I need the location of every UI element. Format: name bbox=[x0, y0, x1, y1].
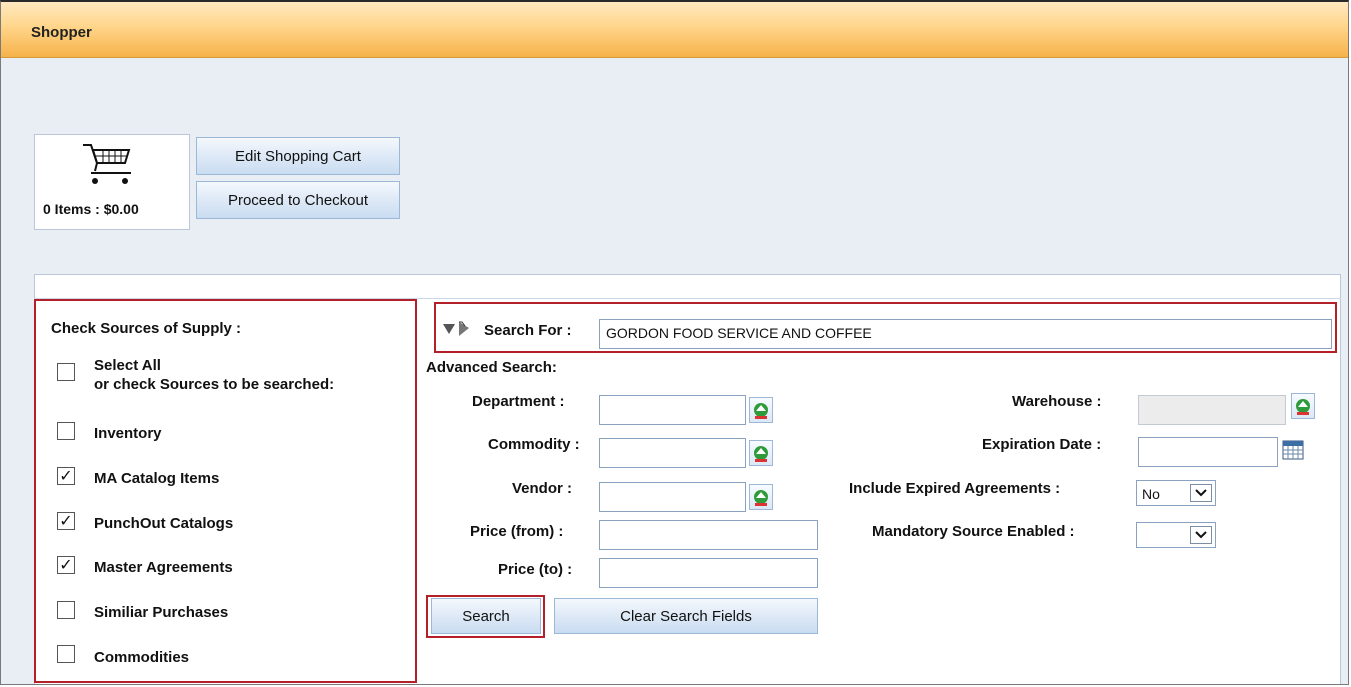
edit-shopping-cart-button[interactable]: Edit Shopping Cart bbox=[196, 137, 400, 175]
department-input[interactable] bbox=[599, 395, 746, 425]
similiar-purchases-label: Similiar Purchases bbox=[94, 604, 229, 621]
search-for-label: Search For : bbox=[484, 322, 572, 339]
include-expired-agreements-label: Include Expired Agreements : bbox=[849, 480, 1061, 497]
mandatory-source-select[interactable] bbox=[1136, 522, 1216, 548]
calendar-icon[interactable] bbox=[1282, 440, 1304, 460]
cart-summary[interactable]: 0 Items : $0.00 bbox=[34, 134, 190, 230]
commodity-lookup-button[interactable] bbox=[749, 440, 773, 466]
advanced-search-heading: Advanced Search: bbox=[426, 359, 557, 376]
price-from-label: Price (from) : bbox=[470, 523, 564, 540]
master-agreements-checkbox[interactable]: ✓ bbox=[57, 556, 75, 574]
warehouse-input bbox=[1138, 395, 1286, 425]
vendor-lookup-button[interactable] bbox=[749, 484, 773, 510]
warehouse-lookup-button[interactable] bbox=[1291, 393, 1315, 419]
sources-heading: Check Sources of Supply : bbox=[51, 320, 242, 337]
shopping-cart-icon bbox=[83, 144, 131, 184]
commodity-input[interactable] bbox=[599, 438, 746, 468]
proceed-to-checkout-button[interactable]: Proceed to Checkout bbox=[196, 181, 400, 219]
lookup-icon bbox=[754, 446, 768, 462]
include-expired-select[interactable]: No bbox=[1136, 480, 1216, 506]
similiar-purchases-checkbox[interactable] bbox=[57, 601, 75, 619]
commodities-checkbox[interactable] bbox=[57, 645, 75, 663]
department-lookup-button[interactable] bbox=[749, 397, 773, 423]
title-bar: Shopper bbox=[1, 2, 1348, 58]
price-to-label: Price (to) : bbox=[498, 561, 573, 578]
commodities-label: Commodities bbox=[94, 649, 190, 666]
chevron-down-icon bbox=[1190, 526, 1212, 544]
cart-summary-text: 0 Items : $0.00 bbox=[43, 201, 139, 217]
ma-catalog-items-label: MA Catalog Items bbox=[94, 470, 220, 487]
inventory-label: Inventory bbox=[94, 425, 162, 442]
select-all-label: Select All bbox=[94, 357, 161, 374]
commodity-label: Commodity : bbox=[488, 436, 580, 453]
chevron-down-icon bbox=[1190, 484, 1212, 502]
include-expired-value: No bbox=[1142, 486, 1160, 502]
sources-highlight bbox=[34, 299, 417, 683]
lookup-icon bbox=[754, 490, 768, 506]
price-from-input[interactable] bbox=[599, 520, 818, 550]
punchout-catalogs-checkbox[interactable]: ✓ bbox=[57, 512, 75, 530]
department-label: Department : bbox=[472, 393, 565, 410]
ma-catalog-items-checkbox[interactable]: ✓ bbox=[57, 467, 75, 485]
select-all-checkbox[interactable] bbox=[57, 363, 75, 381]
inventory-checkbox[interactable] bbox=[57, 422, 75, 440]
warehouse-label: Warehouse : bbox=[1012, 393, 1102, 410]
master-agreements-label: Master Agreements bbox=[94, 559, 233, 576]
window-title: Shopper bbox=[31, 24, 92, 41]
shopper-window: Shopper 0 Items : $0.00 Edit Shopping Ca… bbox=[0, 0, 1349, 685]
lookup-icon bbox=[1296, 399, 1310, 415]
punchout-catalogs-label: PunchOut Catalogs bbox=[94, 515, 234, 532]
select-all-hint: or check Sources to be searched: bbox=[94, 376, 335, 393]
clear-search-fields-button[interactable]: Clear Search Fields bbox=[554, 598, 818, 634]
expiration-date-label: Expiration Date : bbox=[982, 436, 1102, 453]
vendor-input[interactable] bbox=[599, 482, 746, 512]
expand-toggle-icon[interactable] bbox=[441, 320, 475, 338]
search-for-input[interactable]: GORDON FOOD SERVICE AND COFFEE bbox=[599, 319, 1332, 349]
lookup-icon bbox=[754, 403, 768, 419]
search-button-highlight bbox=[426, 595, 545, 638]
expiration-date-input[interactable] bbox=[1138, 437, 1278, 467]
price-to-input[interactable] bbox=[599, 558, 818, 588]
mandatory-source-enabled-label: Mandatory Source Enabled : bbox=[872, 523, 1075, 540]
vendor-label: Vendor : bbox=[512, 480, 573, 497]
